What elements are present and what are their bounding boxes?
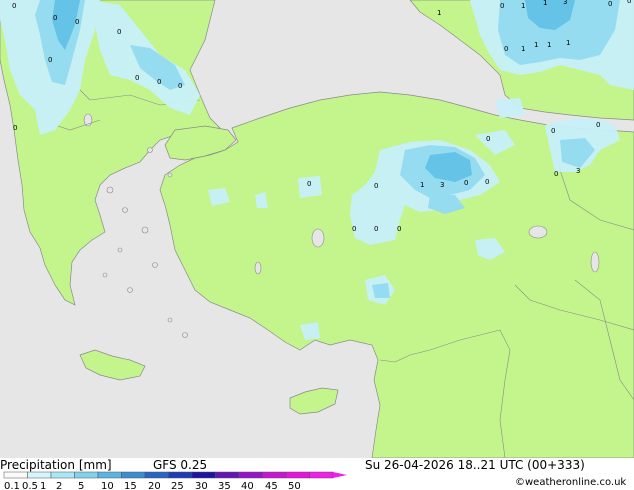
value-label: 0 (397, 225, 401, 233)
value-label: 1 (521, 2, 525, 10)
value-label: 0 (374, 225, 378, 233)
legend-tick-label: 2 (56, 481, 62, 490)
value-label: 0 (486, 135, 490, 143)
legend-color-box (309, 471, 334, 479)
legend-color-box (144, 471, 169, 479)
value-label: 0 (627, 0, 631, 5)
legend-color-box (238, 471, 263, 479)
value-label: 0 (117, 28, 121, 36)
legend-tick-label: 5 (78, 481, 84, 490)
value-label: 0 (75, 18, 79, 26)
legend-tick-label: 50 (288, 481, 301, 490)
value-label: 0 (13, 124, 17, 132)
legend-tick-label: 45 (265, 481, 278, 490)
legend-tick-label: 15 (124, 481, 137, 490)
legend-color-box (191, 471, 216, 479)
value-label: 1 (534, 41, 538, 49)
value-label: 0 (135, 74, 139, 82)
value-label: 1 (566, 39, 570, 47)
legend-tick-label: 30 (195, 481, 208, 490)
legend-color-box (121, 471, 146, 479)
legend-tick-label: 25 (171, 481, 184, 490)
precipitation-legend: 0.1 0.5 1 2 5 10 15 20 25 30 35 40 45 50 (3, 471, 347, 490)
legend-color-box (215, 471, 240, 479)
footer-bar: Precipitation [mm] GFS 0.25 Su 26-04-202… (0, 458, 634, 490)
model-label: GFS 0.25 (153, 458, 208, 472)
value-label: 3 (563, 0, 567, 6)
value-label: 0 (48, 56, 52, 64)
credit-label: ©weatheronline.co.uk (515, 477, 627, 488)
datetime-label: Su 26-04-2026 18..21 UTC (00+333) (365, 458, 585, 472)
value-label: 0 (374, 182, 378, 190)
value-label: 1 (420, 181, 424, 189)
legend-color-box (50, 471, 75, 479)
value-label: 0 (608, 0, 612, 8)
value-label: 0 (500, 2, 504, 10)
precipitation-map: 0 0 0 0 0 0 0 0 0 0 0 0 0 1 1 1 1 1 1 1 … (0, 0, 634, 458)
value-label: 0 (596, 121, 600, 129)
value-label: 0 (178, 82, 182, 90)
value-label: 0 (485, 178, 489, 186)
value-label: 1 (547, 41, 551, 49)
legend-tick-label: 40 (241, 481, 254, 490)
value-label: 0 (157, 78, 161, 86)
legend-tick-label: 10 (101, 481, 114, 490)
legend-color-box (262, 471, 287, 479)
legend-color-box (97, 471, 122, 479)
value-label: 1 (437, 9, 441, 17)
value-label: 0 (12, 2, 16, 10)
title-label: Precipitation [mm] (0, 458, 112, 472)
value-label: 3 (576, 167, 580, 175)
value-label: 1 (521, 45, 525, 53)
value-label: 0 (307, 180, 311, 188)
value-label: 0 (352, 225, 356, 233)
legend-tick-label: 0.5 (22, 481, 38, 490)
legend-arrow-tip (333, 472, 347, 478)
legend-color-box (285, 471, 310, 479)
value-label: 0 (53, 14, 57, 22)
legend-color-box (168, 471, 193, 479)
legend-color-box (74, 471, 99, 479)
value-label: 0 (464, 179, 468, 187)
legend-tick-label: 0.1 (4, 481, 20, 490)
legend-color-box (3, 471, 28, 479)
legend-color-box (27, 471, 52, 479)
legend-tick-labels: 0.1 0.5 1 2 5 10 15 20 25 30 35 40 45 50 (4, 481, 301, 490)
value-label: 0 (554, 170, 558, 178)
legend-tick-label: 1 (40, 481, 46, 490)
legend-tick-label: 20 (148, 481, 161, 490)
value-label: 0 (551, 127, 555, 135)
value-label: 1 (543, 0, 547, 7)
legend-tick-label: 35 (218, 481, 231, 490)
value-label: 0 (504, 45, 508, 53)
value-label: 3 (440, 181, 444, 189)
legend-color-boxes (3, 471, 347, 479)
